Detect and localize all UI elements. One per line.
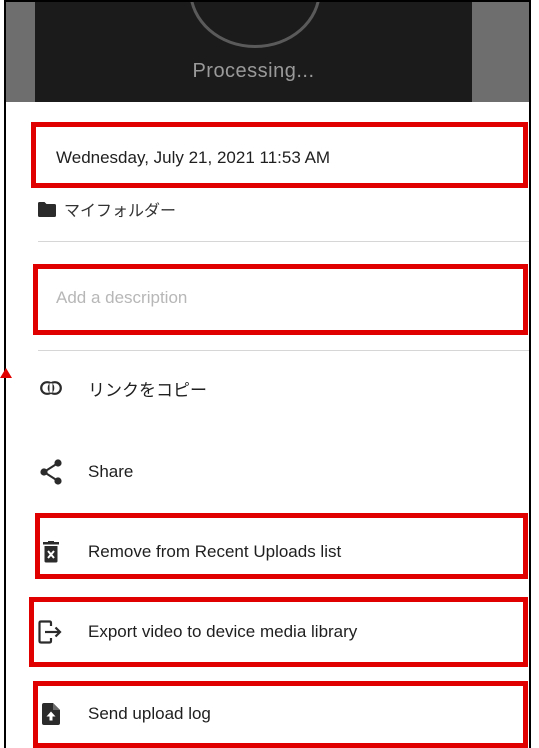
video-frame: Processing... — [35, 2, 472, 102]
processing-spinner-icon — [189, 2, 321, 48]
folder-icon — [38, 201, 56, 217]
processing-status: Processing... — [192, 60, 315, 82]
highlight-box-export — [29, 597, 528, 667]
link-icon — [38, 375, 64, 401]
copy-link-label: リンクをコピー — [88, 380, 207, 400]
divider — [38, 241, 529, 242]
outside-margin — [531, 0, 539, 748]
highlight-box-description — [33, 264, 528, 335]
share-icon — [38, 459, 64, 485]
divider — [38, 350, 529, 351]
share-label: Share — [88, 462, 134, 481]
highlight-box-send-log — [33, 681, 528, 748]
copy-link-button[interactable]: リンクをコピー — [38, 368, 528, 408]
annotation-arrow-icon — [0, 368, 12, 378]
video-preview: Processing... — [6, 2, 529, 102]
share-button[interactable]: Share — [38, 452, 528, 492]
highlight-box-remove — [35, 513, 528, 579]
folder-name: マイフォルダー — [64, 203, 177, 220]
highlight-box-date — [31, 122, 528, 188]
upload-details-sheet: Processing... Wednesday, July 21, 2021 1… — [6, 2, 529, 748]
frame-border-top — [4, 0, 531, 2]
frame-border-right — [529, 0, 531, 748]
folder-location[interactable]: マイフォルダー — [38, 197, 176, 221]
